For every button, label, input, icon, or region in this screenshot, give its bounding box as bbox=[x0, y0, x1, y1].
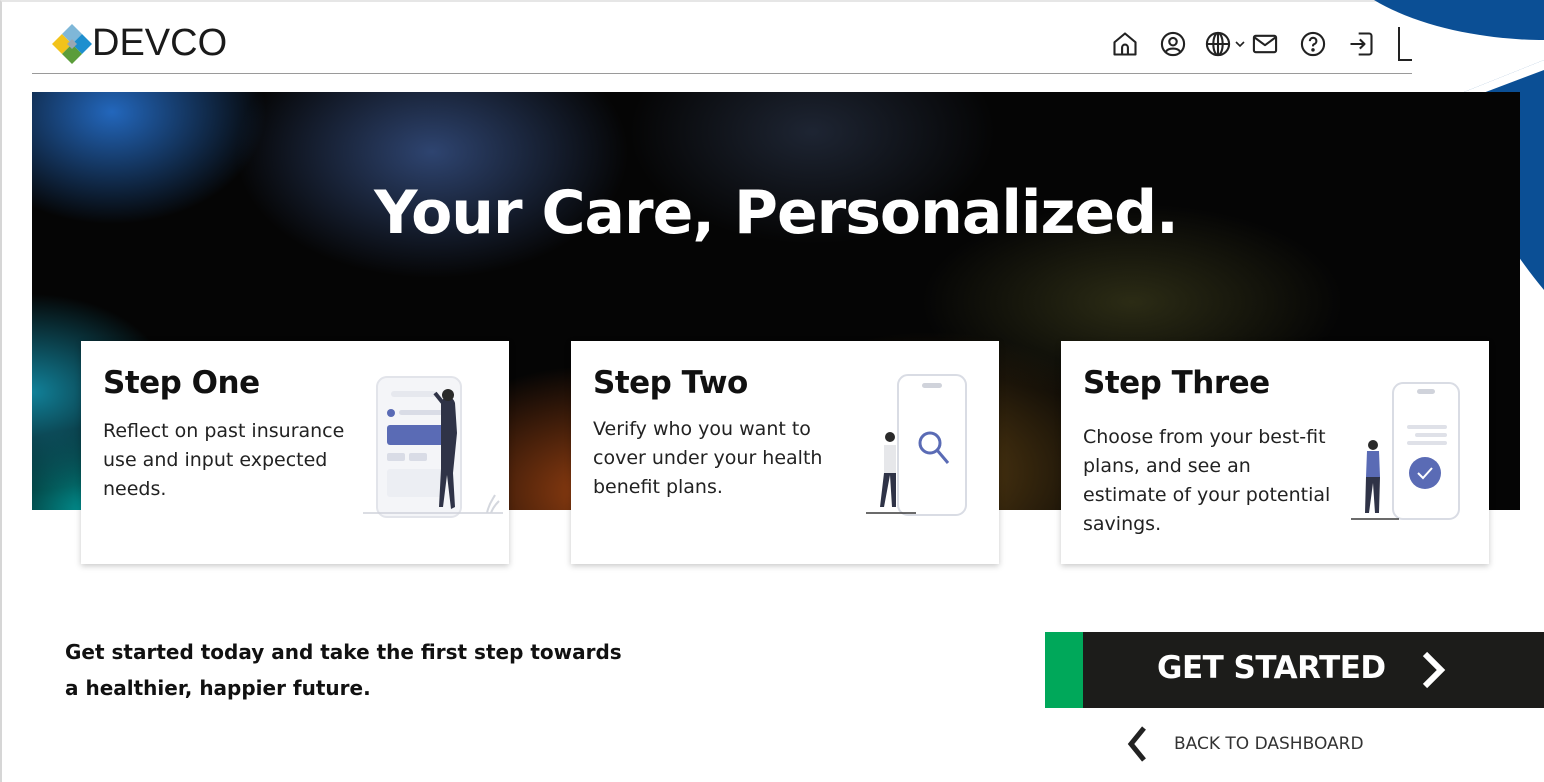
home-icon[interactable] bbox=[1108, 27, 1142, 61]
globe-icon bbox=[1205, 31, 1231, 57]
language-selector[interactable] bbox=[1204, 30, 1246, 58]
back-to-dashboard-link[interactable]: BACK TO DASHBOARD bbox=[1125, 724, 1364, 764]
step-card-three: Step Three Choose from your best-fit pla… bbox=[1061, 341, 1489, 564]
help-icon[interactable] bbox=[1296, 27, 1330, 61]
step-title: Step One bbox=[103, 365, 260, 401]
site-header: DEVCO bbox=[32, 0, 1412, 74]
get-started-label: GET STARTED bbox=[1157, 650, 1386, 686]
brand-name: DEVCO bbox=[92, 22, 228, 64]
chevron-left-icon bbox=[1127, 726, 1146, 762]
mail-icon[interactable] bbox=[1248, 27, 1282, 61]
header-nav bbox=[1094, 24, 1412, 64]
step-description: Choose from your best-fit plans, and see… bbox=[1083, 426, 1331, 535]
phone-checkmark-illustration-icon bbox=[1351, 382, 1460, 520]
logo-mark-icon bbox=[52, 23, 92, 64]
button-accent-bar bbox=[1045, 632, 1083, 708]
step-card-two: Step Two Verify who you want to cover un… bbox=[571, 341, 999, 564]
brand-logo[interactable]: DEVCO bbox=[48, 22, 227, 65]
step-description: Verify who you want to cover under your … bbox=[593, 418, 823, 498]
back-to-dashboard-label: BACK TO DASHBOARD bbox=[1174, 734, 1364, 754]
get-started-button[interactable]: GET STARTED bbox=[1045, 632, 1544, 708]
logout-icon[interactable] bbox=[1344, 27, 1378, 61]
step-title: Step Two bbox=[593, 365, 748, 401]
hero-title: Your Care, Personalized. bbox=[374, 178, 1179, 248]
phone-search-illustration-icon bbox=[866, 374, 967, 516]
step-description: Reflect on past insurance use and input … bbox=[103, 420, 345, 500]
nav-partial-icon[interactable] bbox=[1398, 27, 1412, 61]
account-icon[interactable] bbox=[1156, 27, 1190, 61]
chevron-down-icon bbox=[1235, 41, 1245, 48]
chevron-right-icon bbox=[1422, 651, 1446, 689]
phone-form-illustration-icon bbox=[363, 376, 503, 518]
step-title: Step Three bbox=[1083, 365, 1270, 401]
cta-message: Get started today and take the first ste… bbox=[65, 640, 622, 700]
step-card-one: Step One Reflect on past insurance use a… bbox=[81, 341, 509, 564]
